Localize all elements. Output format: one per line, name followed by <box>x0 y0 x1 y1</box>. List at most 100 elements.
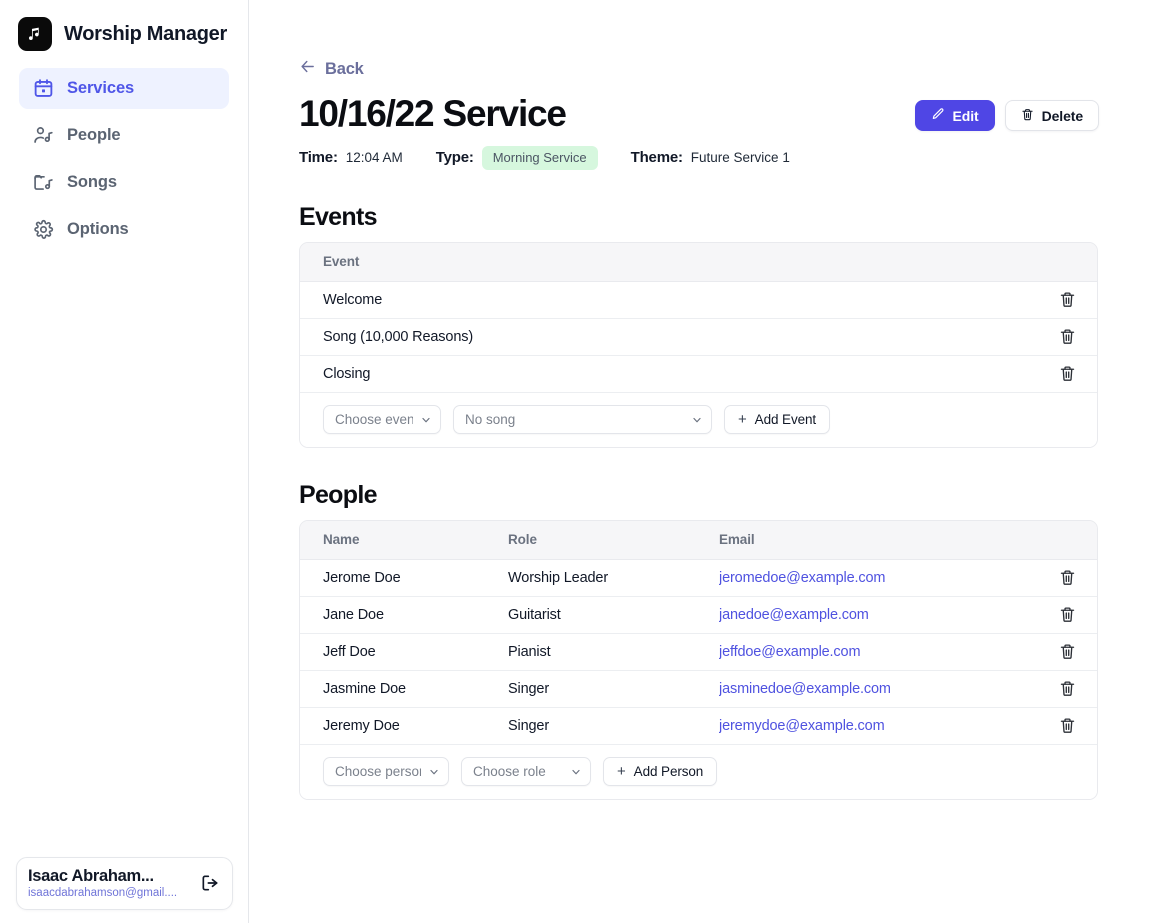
trash-icon <box>1021 108 1034 124</box>
events-table: Event Welcome Song <box>299 242 1098 448</box>
column-header-event: Event <box>323 254 1074 269</box>
events-table-footer: Choose event No song <box>300 393 1097 447</box>
person-name: Jane Doe <box>323 607 508 623</box>
choose-song-select[interactable]: No song <box>453 405 712 434</box>
person-name: Jeff Doe <box>323 644 508 660</box>
sidebar-item-options[interactable]: Options <box>19 209 229 250</box>
person-email[interactable]: jasminedoe@example.com <box>719 681 1054 697</box>
event-name: Welcome <box>323 292 1054 308</box>
person-role: Singer <box>508 718 719 734</box>
people-music-icon <box>33 125 54 146</box>
sidebar-nav: Services People <box>0 68 248 250</box>
main-content: Back 10/16/22 Service Edit <box>249 0 1165 923</box>
choose-event-select-wrap: Choose event <box>323 405 441 434</box>
column-header-name: Name <box>323 532 508 547</box>
profile-name: Isaac Abraham... <box>28 867 193 886</box>
delete-row-button[interactable] <box>1054 328 1080 345</box>
person-role: Worship Leader <box>508 570 719 586</box>
delete-row-button[interactable] <box>1054 717 1080 734</box>
folder-music-icon <box>33 172 54 193</box>
brand-title: Worship Manager <box>64 23 227 46</box>
meta-theme-key: Theme: <box>631 149 683 166</box>
app-root: Worship Manager Services <box>0 0 1165 923</box>
sidebar-item-songs[interactable]: Songs <box>19 162 229 203</box>
choose-role-select-wrap: Choose role <box>461 757 591 786</box>
choose-role-select[interactable]: Choose role <box>461 757 591 786</box>
person-email[interactable]: jeffdoe@example.com <box>719 644 1054 660</box>
events-table-header: Event <box>300 243 1097 282</box>
delete-row-button[interactable] <box>1054 643 1080 660</box>
sidebar-item-services[interactable]: Services <box>19 68 229 109</box>
table-row: Song (10,000 Reasons) <box>300 319 1097 356</box>
delete-button[interactable]: Delete <box>1005 100 1099 131</box>
meta-theme-value: Future Service 1 <box>691 150 790 165</box>
music-note-icon <box>18 17 52 51</box>
delete-label: Delete <box>1042 108 1083 124</box>
edit-button[interactable]: Edit <box>915 100 995 131</box>
choose-person-select[interactable]: Choose person <box>323 757 449 786</box>
table-row: Jane Doe Guitarist janedoe@example.com <box>300 597 1097 634</box>
pencil-icon <box>931 107 945 124</box>
plus-icon: + <box>617 764 626 779</box>
person-role: Singer <box>508 681 719 697</box>
table-row: Jeff Doe Pianist jeffdoe@example.com <box>300 634 1097 671</box>
person-email[interactable]: janedoe@example.com <box>719 607 1054 623</box>
choose-event-select[interactable]: Choose event <box>323 405 441 434</box>
sidebar-item-label: Options <box>67 220 129 239</box>
table-row: Welcome <box>300 282 1097 319</box>
sidebar: Worship Manager Services <box>0 0 249 923</box>
event-name: Song (10,000 Reasons) <box>323 329 1054 345</box>
table-row: Jasmine Doe Singer jasminedoe@example.co… <box>300 671 1097 708</box>
sidebar-item-people[interactable]: People <box>19 115 229 156</box>
table-row: Jeremy Doe Singer jeremydoe@example.com <box>300 708 1097 745</box>
profile-email: isaacdabrahamson@gmail.... <box>28 887 193 899</box>
person-name: Jerome Doe <box>323 570 508 586</box>
delete-row-button[interactable] <box>1054 680 1080 697</box>
add-person-button[interactable]: + Add Person <box>603 757 717 786</box>
people-table-header: Name Role Email <box>300 521 1097 560</box>
event-name: Closing <box>323 366 1054 382</box>
profile-text: Isaac Abraham... isaacdabrahamson@gmail.… <box>28 867 193 899</box>
profile-card[interactable]: Isaac Abraham... isaacdabrahamson@gmail.… <box>16 857 233 910</box>
meta-time-value: 12:04 AM <box>346 150 403 165</box>
delete-row-button[interactable] <box>1054 569 1080 586</box>
delete-row-button[interactable] <box>1054 365 1080 382</box>
sidebar-item-label: Services <box>67 79 134 98</box>
choose-song-select-wrap: No song <box>453 405 712 434</box>
person-name: Jasmine Doe <box>323 681 508 697</box>
back-label: Back <box>325 60 364 79</box>
page-title: 10/16/22 Service <box>299 92 566 136</box>
add-event-button[interactable]: + Add Event <box>724 405 830 434</box>
add-person-label: Add Person <box>634 764 704 779</box>
content-wrapper: Back 10/16/22 Service Edit <box>299 58 1099 800</box>
people-section-title: People <box>299 481 1099 510</box>
edit-label: Edit <box>953 108 979 124</box>
column-header-role: Role <box>508 532 719 547</box>
title-row: 10/16/22 Service Edit <box>299 92 1099 136</box>
gear-icon <box>33 219 54 240</box>
person-email[interactable]: jeremydoe@example.com <box>719 718 1054 734</box>
add-event-label: Add Event <box>755 412 816 427</box>
people-table: Name Role Email Jerome Doe Worship Leade… <box>299 520 1098 800</box>
delete-row-button[interactable] <box>1054 291 1080 308</box>
table-row: Jerome Doe Worship Leader jeromedoe@exam… <box>300 560 1097 597</box>
plus-icon: + <box>738 412 747 427</box>
back-link[interactable]: Back <box>299 58 364 80</box>
person-email[interactable]: jeromedoe@example.com <box>719 570 1054 586</box>
status-badge: Morning Service <box>482 146 598 170</box>
service-meta: Time: 12:04 AM Type: Morning Service The… <box>299 146 1099 170</box>
brand: Worship Manager <box>0 0 248 54</box>
person-role: Guitarist <box>508 607 719 623</box>
meta-time-key: Time: <box>299 149 338 166</box>
table-row: Closing <box>300 356 1097 393</box>
delete-row-button[interactable] <box>1054 606 1080 623</box>
choose-person-select-wrap: Choose person <box>323 757 449 786</box>
logout-icon[interactable] <box>199 872 221 894</box>
column-header-email: Email <box>719 532 1074 547</box>
person-role: Pianist <box>508 644 719 660</box>
sidebar-item-label: Songs <box>67 173 117 192</box>
calendar-icon <box>33 78 54 99</box>
title-actions: Edit Delete <box>915 92 1099 131</box>
people-table-footer: Choose person Choose role <box>300 745 1097 799</box>
sidebar-item-label: People <box>67 126 121 145</box>
